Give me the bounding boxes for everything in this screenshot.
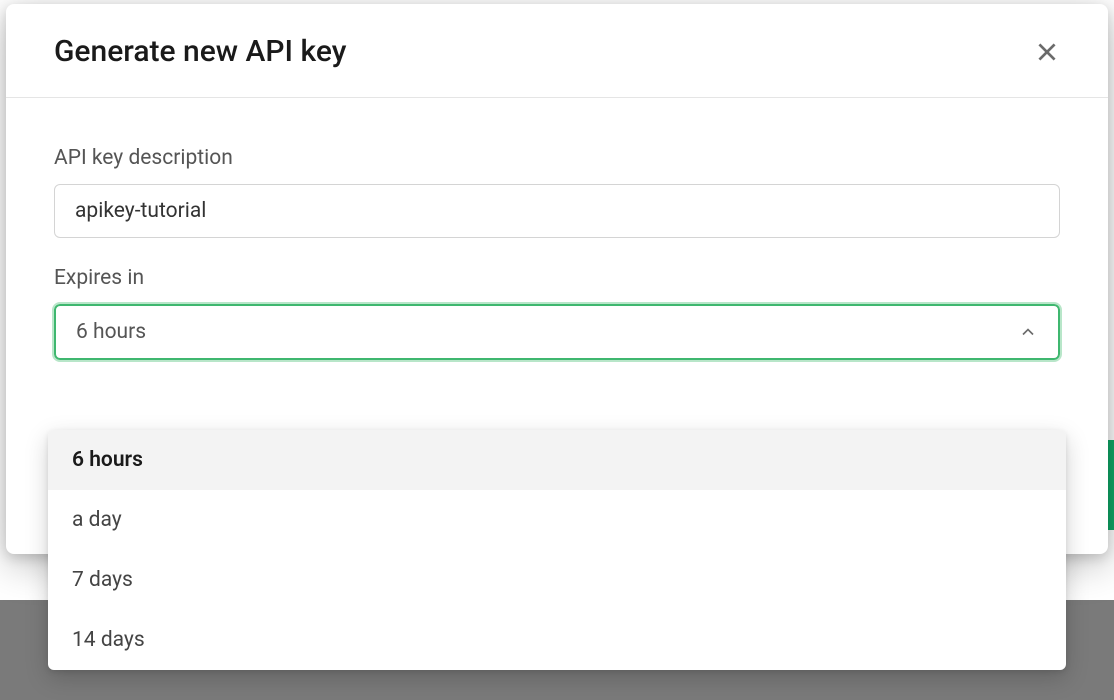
expires-selected-value: 6 hours (76, 320, 146, 344)
expires-form-group: Expires in 6 hours (54, 266, 1060, 360)
description-form-group: API key description (54, 146, 1060, 238)
description-input[interactable] (54, 184, 1060, 238)
expires-select[interactable]: 6 hours (54, 304, 1060, 360)
expires-option[interactable]: a day (48, 490, 1066, 550)
chevron-up-icon (1018, 322, 1038, 342)
description-label: API key description (54, 146, 1060, 170)
modal-title: Generate new API key (54, 34, 346, 69)
expires-label: Expires in (54, 266, 1060, 290)
modal-body: API key description Expires in 6 hours (6, 98, 1108, 360)
modal-header: Generate new API key (6, 4, 1108, 98)
expires-option[interactable]: 6 hours (48, 430, 1066, 490)
expires-dropdown-panel: 6 hoursa day7 days14 days (48, 430, 1066, 670)
close-icon[interactable] (1034, 39, 1060, 65)
expires-option[interactable]: 7 days (48, 550, 1066, 610)
expires-option[interactable]: 14 days (48, 610, 1066, 670)
